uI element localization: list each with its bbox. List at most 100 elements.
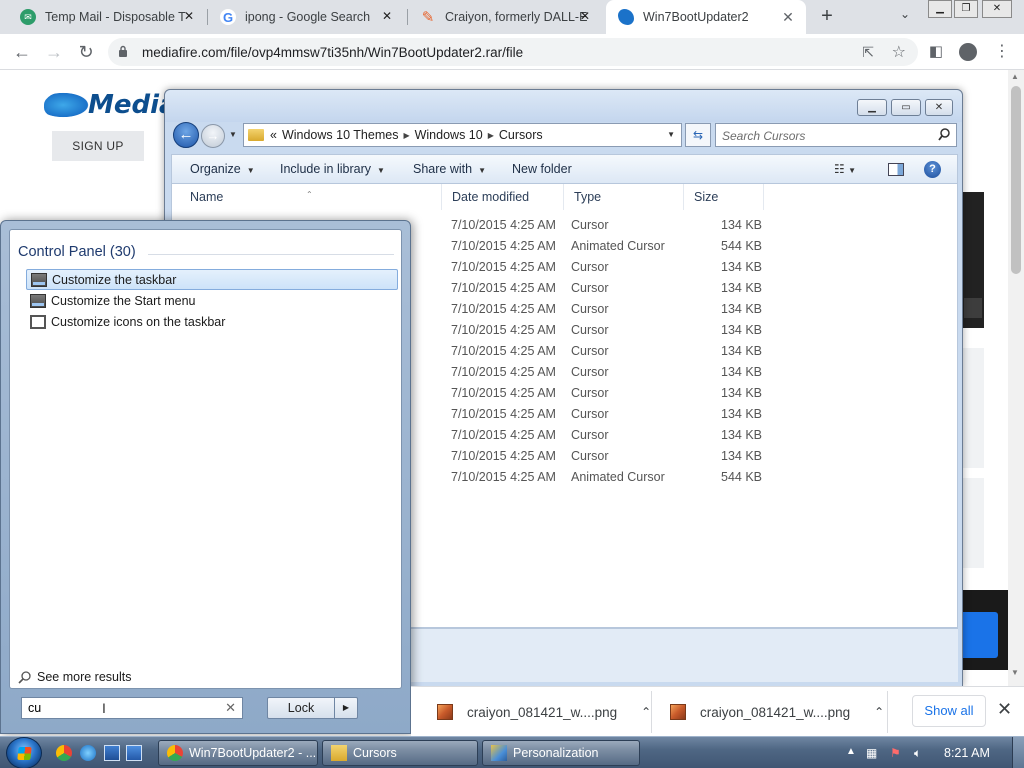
column-header-date[interactable]: Date modified [442, 184, 564, 210]
close-tab-icon[interactable]: ✕ [780, 9, 796, 26]
scrollbar-thumb[interactable] [1011, 86, 1021, 274]
scroll-down-icon[interactable]: ▼ [1011, 668, 1019, 677]
download-item[interactable]: craiyon_081421_w....png ⌃ [437, 687, 651, 737]
lock-button[interactable]: Lock [267, 697, 335, 719]
share-icon[interactable]: ⇱ [862, 44, 874, 61]
minimize-window-button[interactable]: ▁ [928, 0, 952, 18]
column-header-type[interactable]: Type [564, 184, 684, 210]
show-desktop-button[interactable] [1012, 737, 1024, 768]
restore-window-button[interactable]: ❐ [954, 0, 978, 18]
breadcrumb-item[interactable]: Windows 10 [415, 128, 483, 142]
mediafire-logo[interactable]: Media [44, 90, 177, 120]
organize-button[interactable]: Organize ▼ [190, 162, 255, 176]
more-menu-icon[interactable]: ⋮ [992, 42, 1012, 62]
chrome-icon[interactable] [56, 745, 72, 761]
side-panel-icon[interactable]: ◧ [926, 42, 946, 62]
tab-temp-mail[interactable]: ✉ Temp Mail - Disposable T [8, 0, 208, 34]
share-with-button[interactable]: Share with ▼ [413, 162, 486, 176]
new-tab-button[interactable]: + [816, 5, 838, 27]
file-date: 7/10/2015 4:25 AM [451, 218, 556, 232]
address-bar[interactable]: mediafire.com/file/ovp4mmsw7ti35nh/Win7B… [108, 38, 918, 66]
search-icon [18, 670, 31, 684]
network-icon[interactable]: ▦ [866, 746, 877, 760]
chevron-up-icon[interactable]: ⌃ [874, 705, 884, 719]
show-all-downloads-button[interactable]: Show all [912, 695, 986, 727]
action-center-flag-icon[interactable]: ⚑ [890, 746, 901, 760]
profile-avatar-icon[interactable] [958, 42, 978, 62]
help-icon[interactable]: ? [924, 161, 941, 178]
tab-search-chevron-icon[interactable]: ⌄ [896, 7, 914, 25]
result-customize-start-menu[interactable]: Customize the Start menu [26, 290, 398, 311]
scroll-up-icon[interactable]: ▲ [1011, 72, 1019, 81]
forward-arrow-icon[interactable]: → [201, 124, 225, 148]
internet-explorer-icon[interactable] [80, 745, 96, 761]
change-view-icon[interactable]: ☷ ▼ [834, 162, 868, 176]
reload-icon[interactable]: ↻ [74, 40, 98, 64]
refresh-icon[interactable]: ⇆ [685, 123, 711, 147]
back-arrow-icon[interactable]: ← [10, 40, 34, 64]
start-search-input[interactable]: cu I ✕ [21, 697, 243, 719]
address-dropdown-icon[interactable]: ▼ [667, 130, 675, 139]
tab-title: ipong - Google Search [245, 10, 371, 24]
volume-icon[interactable]: 🔈︎ [914, 746, 921, 761]
close-tab-icon[interactable]: ✕ [580, 9, 590, 23]
search-value: cu [28, 701, 42, 715]
results-group-header[interactable]: Control Panel (30) [18, 244, 136, 260]
system-clock[interactable]: 8:21 AM [944, 746, 990, 760]
explorer-address-bar[interactable]: « Windows 10 Themes ▶ Windows 10 ▶ Curso… [243, 123, 682, 147]
search-icon[interactable] [938, 128, 950, 142]
lock-icon [119, 45, 127, 57]
close-download-shelf-icon[interactable]: ✕ [997, 699, 1012, 720]
taskbar-button-cursors[interactable]: Cursors [322, 740, 478, 766]
taskbar-button-personalization[interactable]: Personalization [482, 740, 640, 766]
start-button[interactable] [6, 737, 42, 768]
shutdown-options-arrow-icon[interactable]: ▶ [334, 697, 358, 719]
explorer-minimize-button[interactable]: ▁ [857, 99, 887, 116]
column-header-size[interactable]: Size [684, 184, 764, 210]
switch-windows-icon[interactable] [126, 745, 142, 761]
close-tab-icon[interactable]: ✕ [382, 9, 392, 23]
tab-google-search[interactable]: G ipong - Google Search [208, 0, 408, 34]
tab-title: Craiyon, formerly DALL-E [445, 10, 588, 24]
include-in-library-button[interactable]: Include in library ▼ [280, 162, 385, 176]
clear-search-icon[interactable]: ✕ [225, 700, 236, 716]
breadcrumb-item[interactable]: Windows 10 Themes [282, 128, 399, 142]
chevron-down-icon: ▼ [377, 166, 385, 175]
download-filename: craiyon_081421_w....png [467, 704, 618, 720]
result-customize-taskbar[interactable]: Customize the taskbar [26, 269, 398, 290]
breadcrumb-arrow-icon[interactable]: ▶ [403, 131, 409, 140]
page-gray-panel [962, 348, 984, 468]
column-header-name[interactable]: Name ⌃ [172, 184, 442, 210]
tab-craiyon[interactable]: ✎ Craiyon, formerly DALL-E [408, 0, 608, 34]
explorer-close-button[interactable]: ✕ [925, 99, 953, 116]
explorer-title-bar[interactable]: ▁ ▭ ✕ [165, 90, 962, 122]
tab-win7bootupdater2[interactable]: Win7BootUpdater2 ✕ [606, 0, 806, 34]
close-window-button[interactable]: ✕ [982, 0, 1012, 18]
show-desktop-icon[interactable] [104, 745, 120, 761]
breadcrumb-overflow-icon[interactable]: « [270, 128, 277, 142]
chevron-up-icon[interactable]: ⌃ [641, 705, 651, 719]
back-arrow-icon[interactable]: ← [173, 122, 199, 148]
new-folder-button[interactable]: New folder [512, 162, 572, 176]
bookmark-star-icon[interactable]: ☆ [892, 42, 906, 62]
sign-up-button[interactable]: SIGN UP [52, 131, 144, 161]
result-customize-icons[interactable]: Customize icons on the taskbar [26, 311, 398, 332]
explorer-maximize-button[interactable]: ▭ [891, 99, 921, 116]
breadcrumb-item[interactable]: Cursors [499, 128, 543, 142]
see-more-results-link[interactable]: See more results [18, 670, 131, 684]
chevron-down-icon[interactable]: ▼ [848, 166, 856, 175]
file-type: Cursor [571, 260, 609, 274]
forward-arrow-icon[interactable]: → [42, 40, 66, 64]
download-item[interactable]: craiyon_081421_w....png ⌃ [670, 687, 884, 737]
close-tab-icon[interactable]: ✕ [184, 9, 194, 23]
recent-pages-chevron-icon[interactable]: ▼ [229, 130, 237, 139]
download-filename: craiyon_081421_w....png [700, 704, 851, 720]
taskbar-settings-icon [30, 293, 46, 308]
taskbar-button-chrome[interactable]: Win7BootUpdater2 - ... [158, 740, 318, 766]
page-scrollbar[interactable]: ▲ ▼ [1008, 70, 1024, 686]
download-button[interactable] [962, 612, 998, 658]
preview-pane-icon[interactable] [888, 163, 904, 176]
show-hidden-icons-icon[interactable]: ▲ [846, 746, 856, 757]
explorer-search-input[interactable]: Search Cursors [715, 123, 957, 147]
breadcrumb-arrow-icon[interactable]: ▶ [488, 131, 494, 140]
